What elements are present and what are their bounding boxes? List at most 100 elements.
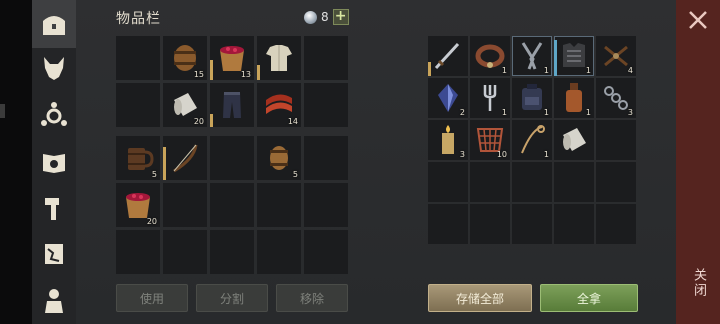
inventory-main-grid: 15 13 20 14 (116, 36, 348, 127)
item-quantity: 2 (459, 108, 465, 117)
inventory-slot[interactable] (116, 83, 160, 127)
chest-icon (43, 16, 65, 35)
item-quantity: 5 (292, 170, 298, 179)
quick-slot[interactable] (163, 136, 207, 180)
inventory-slot[interactable]: 14 (257, 83, 301, 127)
sidebar-item-hub[interactable] (32, 92, 76, 140)
map-scroll-icon (45, 244, 63, 264)
item-quantity: 14 (287, 117, 298, 126)
build-hammer-icon (45, 198, 59, 220)
close-icon[interactable] (688, 10, 708, 30)
inventory-window: 物品栏 8 + 15 13 20 14 5 5 20 使用 分割 移除 111421113… (76, 0, 676, 324)
quick-slot[interactable] (210, 230, 254, 274)
sidebar-item-recipes[interactable] (32, 138, 76, 186)
quick-slot[interactable] (304, 136, 348, 180)
item-quantity: 1 (501, 66, 507, 75)
durability-bar (257, 64, 260, 80)
item-quantity: 1 (585, 108, 591, 117)
split-button[interactable]: 分割 (196, 284, 268, 312)
storage-slot[interactable]: 1 (512, 36, 552, 76)
cloth-roll-icon (563, 128, 586, 151)
add-currency-button[interactable]: + (332, 9, 349, 25)
sidebar (32, 0, 76, 324)
use-button[interactable]: 使用 (116, 284, 188, 312)
storage-slot[interactable]: 2 (428, 78, 468, 118)
quick-slot[interactable] (163, 230, 207, 274)
page-title: 物品栏 (116, 11, 161, 27)
take-all-button[interactable]: 全拿 (540, 284, 638, 312)
gem-icon (304, 10, 317, 24)
sidebar-item-inventory[interactable] (32, 0, 76, 48)
inventory-slot[interactable] (210, 83, 254, 127)
close-label[interactable]: 关闭 (688, 268, 708, 298)
item-quantity: 1 (543, 108, 549, 117)
storage-slot[interactable]: 1 (470, 78, 510, 118)
quick-slot[interactable]: 5 (257, 136, 301, 180)
quick-slot[interactable]: 5 (116, 136, 160, 180)
quick-slot[interactable] (116, 230, 160, 274)
storage-slot[interactable]: 3 (428, 120, 468, 160)
durability-bar (210, 60, 213, 80)
storage-slot[interactable]: 1 (470, 36, 510, 76)
item-quantity: 13 (240, 70, 251, 79)
item-quantity: 15 (193, 70, 204, 79)
store-all-button[interactable]: 存储全部 (428, 284, 532, 312)
item-quantity: 20 (193, 117, 204, 126)
storage-slot[interactable] (428, 204, 468, 244)
storage-slot[interactable] (596, 162, 636, 202)
storage-slot[interactable]: 1 (512, 120, 552, 160)
hub-icon (41, 102, 67, 126)
edge-notch (0, 104, 5, 118)
close-panel[interactable]: 关闭 (676, 0, 720, 324)
durability-bar (554, 40, 557, 76)
quick-slot[interactable] (257, 230, 301, 274)
storage-slot[interactable]: 4 (596, 36, 636, 76)
durability-bar (163, 147, 166, 180)
storage-slot[interactable] (512, 204, 552, 244)
inventory-quick-grid: 5 5 20 (116, 136, 348, 274)
storage-slot[interactable] (428, 162, 468, 202)
inventory-slot[interactable]: 13 (210, 36, 254, 80)
durability-bar (428, 62, 431, 76)
storage-slot[interactable] (554, 162, 594, 202)
mug-icon (128, 148, 154, 170)
storage-slot[interactable] (428, 36, 468, 76)
storage-slot[interactable] (470, 162, 510, 202)
inventory-slot[interactable]: 15 (163, 36, 207, 80)
sidebar-item-character[interactable] (32, 276, 76, 324)
quick-slot[interactable] (304, 230, 348, 274)
inventory-slot[interactable] (304, 83, 348, 127)
storage-slot[interactable] (470, 204, 510, 244)
quick-slot[interactable] (304, 183, 348, 227)
storage-slot[interactable] (596, 204, 636, 244)
storage-slot[interactable] (512, 162, 552, 202)
quick-slot[interactable]: 20 (116, 183, 160, 227)
sidebar-item-pets[interactable] (32, 44, 76, 92)
storage-slot[interactable]: 1 (512, 78, 552, 118)
storage-slot[interactable]: 3 (596, 78, 636, 118)
quick-slot[interactable] (210, 183, 254, 227)
inventory-slot[interactable] (116, 36, 160, 80)
sidebar-item-map[interactable] (32, 230, 76, 278)
storage-grid: 1 1 1 4 2 1 1 1 3 3 10 1 (428, 36, 636, 244)
quick-slot[interactable] (163, 183, 207, 227)
storage-slot[interactable]: 1 (554, 78, 594, 118)
sword-icon (434, 42, 460, 70)
bow-icon (173, 144, 198, 173)
quick-slot[interactable] (210, 136, 254, 180)
storage-slot[interactable]: 1 (554, 36, 594, 76)
storage-slot[interactable] (554, 204, 594, 244)
quick-slot[interactable] (257, 183, 301, 227)
item-quantity: 20 (146, 217, 157, 226)
storage-slot[interactable] (596, 120, 636, 160)
sidebar-item-build[interactable] (32, 184, 76, 232)
item-quantity: 3 (459, 150, 465, 159)
storage-slot[interactable]: 10 (470, 120, 510, 160)
character-icon (45, 289, 63, 313)
inventory-slot[interactable]: 20 (163, 83, 207, 127)
inventory-slot[interactable] (304, 36, 348, 80)
item-quantity: 5 (151, 170, 157, 179)
inventory-slot[interactable] (257, 36, 301, 80)
storage-slot[interactable] (554, 120, 594, 160)
remove-button[interactable]: 移除 (276, 284, 348, 312)
